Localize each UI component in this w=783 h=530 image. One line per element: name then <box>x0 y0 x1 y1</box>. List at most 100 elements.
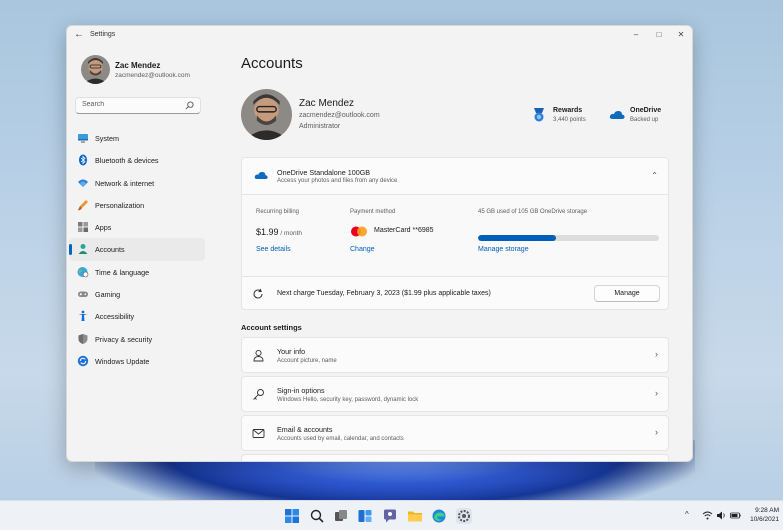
row-desc: Windows Hello, security key, password, d… <box>277 397 419 403</box>
storage-label: 45 GB used of 105 GB OneDrive storage <box>478 209 588 215</box>
page-title: Accounts <box>241 55 303 72</box>
sidebar-item-label: Accessibility <box>95 312 135 322</box>
wifi-icon[interactable] <box>702 510 713 521</box>
sidebar-item-system[interactable]: System <box>69 127 205 149</box>
sidebar-item-personalization[interactable]: Personalization <box>69 194 205 216</box>
sidebar-item-label: System <box>95 134 119 143</box>
search-input[interactable] <box>82 101 182 108</box>
brush-icon <box>78 199 88 211</box>
active-indicator <box>69 244 72 256</box>
row-title: Your info <box>277 347 306 356</box>
sidebar-item-label: Accounts <box>95 245 125 255</box>
monitor-icon <box>78 134 88 143</box>
chevron-right-icon: › <box>655 388 658 398</box>
sidebar-item-label: Personalization <box>95 200 145 210</box>
manage-button[interactable]: Manage <box>594 285 660 302</box>
subscription-header[interactable]: OneDrive Standalone 100GB Access your ph… <box>242 158 668 195</box>
onedrive-title[interactable]: OneDrive <box>630 107 661 114</box>
sidebar-item-accounts[interactable]: Accounts <box>69 238 205 261</box>
edge-browser-icon[interactable] <box>431 508 447 524</box>
search-icon[interactable] <box>309 508 325 524</box>
search-icon[interactable] <box>185 101 194 110</box>
row-title: Sign-in options <box>277 386 325 395</box>
profile-email: zacmendez@outlook.com <box>115 72 190 79</box>
sidebar-item-windows-update[interactable]: Windows Update <box>69 350 205 372</box>
settings-gear-icon[interactable] <box>456 508 472 524</box>
rewards-icon[interactable] <box>532 107 546 123</box>
subscription-title: OneDrive Standalone 100GB <box>277 168 371 177</box>
file-explorer-icon[interactable] <box>407 508 423 524</box>
title-bar: ← Settings – □ ✕ <box>67 26 692 44</box>
bluetooth-icon <box>79 154 87 166</box>
sidebar-item-label: Network & internet <box>95 178 155 188</box>
close-button[interactable]: ✕ <box>671 28 691 42</box>
sidebar-item-label: Windows Update <box>95 356 150 366</box>
change-payment-link[interactable]: Change <box>350 246 375 253</box>
avatar-small[interactable] <box>81 55 110 84</box>
storage-progress-bar <box>478 235 659 241</box>
sign-in-options-row[interactable]: Sign-in options Windows Hello, security … <box>241 376 669 412</box>
email-accounts-row[interactable]: Email & accounts Accounts used by email,… <box>241 415 669 451</box>
person-outline-icon <box>253 349 264 362</box>
chevron-up-icon[interactable]: ⌃ <box>651 171 658 180</box>
mastercard-icon <box>351 226 367 237</box>
person-icon <box>78 244 88 255</box>
price-amount: $1.99 <box>256 227 279 237</box>
section-title: Account settings <box>241 323 302 332</box>
profile-name: Zac Mendez <box>115 61 161 70</box>
minimize-button[interactable]: – <box>626 28 646 42</box>
chevron-up-icon[interactable]: ^ <box>685 510 689 519</box>
refresh-icon <box>253 288 263 299</box>
chat-icon[interactable] <box>382 508 398 524</box>
your-info-row[interactable]: Your info Account picture, name › <box>241 337 669 373</box>
taskbar: ^ 9:28 AM 10/6/2021 <box>0 500 783 530</box>
update-icon <box>77 355 89 367</box>
search-box[interactable] <box>75 97 201 114</box>
payment-label: Payment method <box>350 209 396 215</box>
sidebar-item-accessibility[interactable]: Accessibility <box>69 305 205 327</box>
sidebar-item-apps[interactable]: Apps <box>69 216 205 238</box>
avatar[interactable] <box>241 89 292 140</box>
sidebar-item-gaming[interactable]: Gaming <box>69 283 205 305</box>
sidebar-item-network[interactable]: Network & internet <box>69 172 205 194</box>
next-charge-text: Next charge Tuesday, February 3, 2023 ($… <box>277 290 491 297</box>
back-button[interactable]: ← <box>73 29 85 41</box>
sidebar-nav: System Bluetooth & devices Network & int… <box>69 127 205 372</box>
storage-progress-fill <box>478 235 556 241</box>
sidebar-item-bluetooth[interactable]: Bluetooth & devices <box>69 149 205 171</box>
see-details-link[interactable]: See details <box>256 246 291 253</box>
battery-icon[interactable] <box>730 510 741 521</box>
key-icon <box>253 389 264 400</box>
manage-storage-link[interactable]: Manage storage <box>478 246 529 253</box>
sidebar-item-privacy[interactable]: Privacy & security <box>69 328 205 350</box>
apps-icon <box>78 222 88 233</box>
rewards-points: 3,440 points <box>553 117 586 123</box>
clock-time[interactable]: 9:28 AM <box>747 507 779 514</box>
next-settings-row[interactable] <box>241 454 669 461</box>
onedrive-icon[interactable] <box>609 110 625 120</box>
subscription-desc: Access your photos and files from any de… <box>277 178 398 184</box>
app-title: Settings <box>90 31 116 38</box>
widgets-icon[interactable] <box>357 508 373 524</box>
chevron-right-icon: › <box>655 349 658 359</box>
clock-date[interactable]: 10/6/2021 <box>747 516 779 523</box>
wallpaper-bloom-highlight <box>150 455 650 505</box>
wifi-icon <box>78 179 88 187</box>
maximize-button[interactable]: □ <box>649 28 669 42</box>
volume-icon[interactable] <box>716 510 727 521</box>
subscription-details: Recurring billing $1.99 / month See deta… <box>242 195 668 276</box>
globe-clock-icon <box>77 266 89 278</box>
row-title: Email & accounts <box>277 425 333 434</box>
rewards-title[interactable]: Rewards <box>553 107 582 114</box>
windows-start-icon[interactable] <box>284 508 300 524</box>
settings-window: ← Settings – □ ✕ Zac Mendez zacmendez@ou… <box>66 25 693 462</box>
shield-icon <box>78 333 88 344</box>
price-period: / month <box>278 230 303 237</box>
price: $1.99 / month <box>256 227 302 237</box>
sidebar-item-label: Privacy & security <box>95 334 153 344</box>
mail-icon <box>252 429 265 438</box>
chevron-right-icon: › <box>655 427 658 437</box>
user-role: Administrator <box>299 123 341 130</box>
task-view-icon[interactable] <box>333 508 349 524</box>
sidebar-item-time-language[interactable]: Time & language <box>69 261 205 283</box>
